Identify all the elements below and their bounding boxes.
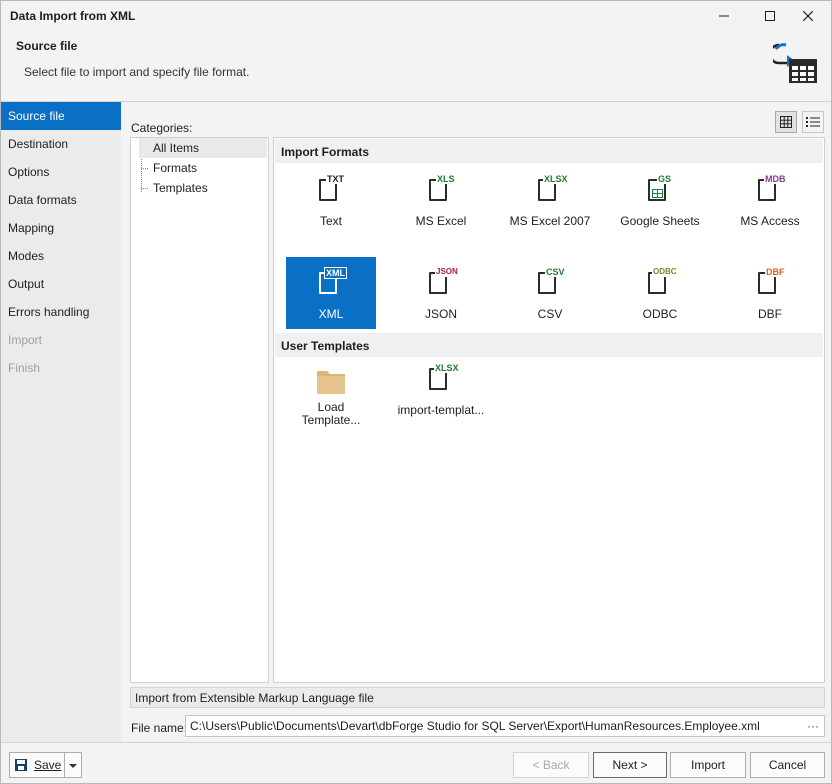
tree-item-templates[interactable]: Templates (139, 178, 267, 198)
google-sheets-icon: GS (645, 174, 675, 206)
save-icon (15, 759, 27, 771)
format-tile-json[interactable]: JSON JSON (396, 257, 486, 329)
xls-file-icon: XLS (426, 174, 456, 206)
format-tile-ms-excel[interactable]: XLS MS Excel (396, 164, 486, 236)
nav-item-modes[interactable]: Modes (1, 242, 121, 270)
user-templates-header: User Templates (275, 333, 823, 357)
footer-divider (1, 742, 831, 743)
grid-view-button[interactable] (775, 111, 797, 133)
maximize-icon (765, 11, 775, 21)
formats-panel: Import Formats TXT Text XLS MS Excel XLS… (273, 137, 825, 683)
format-tile-dbf[interactable]: DBF DBF (725, 257, 815, 329)
tree-item-all-items[interactable]: All Items (139, 138, 267, 158)
file-name-field[interactable]: C:\Users\Public\Documents\Devart\dbForge… (185, 715, 825, 737)
categories-label: Categories: (131, 121, 193, 135)
next-button[interactable]: Next > (593, 752, 667, 778)
nav-item-destination[interactable]: Destination (1, 130, 121, 158)
format-tile-ms-access[interactable]: MDB MS Access (725, 164, 815, 236)
xml-file-icon: XML (316, 267, 347, 299)
minimize-button[interactable] (701, 1, 747, 31)
list-view-icon (806, 117, 820, 127)
header-divider (1, 101, 831, 102)
template-tile-import-template[interactable]: XLSX import-templat... (396, 360, 486, 430)
nav-item-import: Import (8, 333, 43, 347)
import-formats-header: Import Formats (275, 139, 823, 163)
load-template-label: Load Template... (301, 400, 361, 427)
load-template-tile[interactable]: Load Template... (286, 360, 376, 430)
browse-button[interactable]: ··· (806, 716, 820, 736)
back-button: < Back (513, 752, 589, 778)
file-name-value: C:\Users\Public\Documents\Devart\dbForge… (190, 719, 760, 733)
mdb-file-icon: MDB (755, 174, 787, 206)
xlsx-file-icon: XLSX (535, 174, 569, 206)
folder-icon (317, 371, 345, 394)
format-description: Import from Extensible Markup Language f… (130, 687, 825, 708)
nav-item-data-formats[interactable]: Data formats (1, 186, 121, 214)
grid-view-icon (780, 116, 792, 128)
file-name-label: File name: (131, 721, 188, 735)
save-button[interactable]: Save (9, 752, 65, 778)
csv-file-icon: CSV (535, 267, 566, 299)
close-button[interactable] (785, 1, 831, 31)
nav-item-finish: Finish (8, 361, 41, 375)
format-tile-xml[interactable]: XML XML (286, 257, 376, 329)
save-dropdown-button[interactable] (64, 752, 82, 778)
xlsx-file-icon: XLSX (426, 363, 460, 395)
json-file-icon: JSON (426, 267, 459, 299)
wizard-nav: Source file Destination Options Data for… (1, 102, 121, 742)
minimize-icon (719, 15, 729, 17)
import-button[interactable]: Import (670, 752, 746, 778)
import-wizard-window: Data Import from XML Source file Select … (0, 0, 832, 784)
nav-item-source-file[interactable]: Source file (1, 102, 121, 130)
page-title: Source file (16, 39, 78, 53)
chevron-down-icon (69, 764, 77, 768)
nav-item-mapping[interactable]: Mapping (1, 214, 121, 242)
nav-item-output[interactable]: Output (1, 270, 121, 298)
odbc-file-icon: ODBC (645, 267, 678, 299)
close-icon (803, 11, 813, 21)
format-tile-google-sheets[interactable]: GS Google Sheets (615, 164, 705, 236)
format-tile-ms-excel-2007[interactable]: XLSX MS Excel 2007 (505, 164, 595, 236)
window-title: Data Import from XML (10, 9, 136, 23)
tree-item-formats[interactable]: Formats (139, 158, 267, 178)
nav-item-options[interactable]: Options (1, 158, 121, 186)
cancel-button[interactable]: Cancel (750, 752, 825, 778)
title-bar: Data Import from XML (1, 1, 831, 31)
import-table-icon (773, 43, 817, 83)
page-subtitle: Select file to import and specify file f… (24, 65, 250, 79)
nav-item-errors-handling[interactable]: Errors handling (1, 298, 121, 326)
format-tile-csv[interactable]: CSV CSV (505, 257, 595, 329)
format-tile-text[interactable]: TXT Text (286, 164, 376, 236)
dbf-file-icon: DBF (755, 267, 786, 299)
format-tile-odbc[interactable]: ODBC ODBC (615, 257, 705, 329)
txt-file-icon: TXT (316, 174, 346, 206)
categories-tree: All Items Formats Templates (130, 137, 269, 683)
wizard-header: Source file Select file to import and sp… (1, 31, 831, 101)
list-view-button[interactable] (802, 111, 824, 133)
